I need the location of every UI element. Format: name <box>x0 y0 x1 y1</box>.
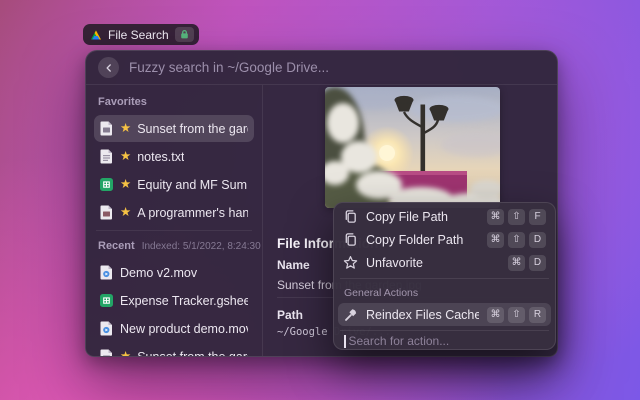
photo-preview <box>325 87 500 208</box>
menu-divider <box>340 278 549 279</box>
section-header: Favorites <box>94 87 254 114</box>
section-title: Favorites <box>98 96 147 108</box>
desktop: File Search Favorites ★ Sunset from the ga… <box>0 0 640 400</box>
action-item[interactable]: Copy File Path ⌘ ⇧ F <box>338 205 551 228</box>
action-label: Copy File Path <box>366 209 448 224</box>
action-label: Copy Folder Path <box>366 232 464 247</box>
action-item[interactable]: Unfavorite ⌘ D <box>338 251 551 274</box>
image-file-icon <box>100 349 114 356</box>
list-item[interactable]: ★ Sunset from the garden.jpg <box>94 343 254 356</box>
search-input[interactable] <box>129 60 545 75</box>
file-name: Equity and MF Sum.gsheet <box>137 177 248 192</box>
file-name: Sunset from the garden.jpg <box>137 350 248 357</box>
lock-badge-icon <box>174 27 194 42</box>
field-label-name: Name <box>277 258 310 272</box>
command-tag: File Search <box>83 24 199 45</box>
action-menu-items: Copy File Path ⌘ ⇧ F Copy Folder Path ⌘ ⇧ D Unfa… <box>338 205 551 326</box>
star-outline-icon <box>343 255 358 270</box>
sidebar-list: Favorites ★ Sunset from the garden.jpg ★ not… <box>86 85 263 356</box>
list-item[interactable]: ★ Equity and MF Sum.gsheet <box>94 171 254 198</box>
mov-file-icon <box>100 265 114 280</box>
list-item[interactable]: New product demo.mov <box>94 315 254 342</box>
image-file-icon <box>100 121 114 136</box>
keycap: ⌘ <box>487 208 504 225</box>
menu-divider <box>340 330 549 331</box>
star-icon: ★ <box>120 350 131 356</box>
search-bar <box>86 51 557 85</box>
doc-file-icon <box>100 205 114 220</box>
list-item[interactable]: ★ A programmer's handbook.p... <box>94 199 254 226</box>
field-label-path: Path <box>277 308 304 322</box>
keycap: ⌘ <box>508 254 525 271</box>
text-file-icon <box>100 149 114 164</box>
google-drive-icon <box>90 29 102 41</box>
file-name: A programmer's handbook.p... <box>137 205 248 220</box>
list-item[interactable]: ★ Sunset from the garden.jpg <box>94 115 254 142</box>
keycap: D <box>529 231 546 248</box>
gsheet-file-icon <box>100 178 114 191</box>
copy-icon <box>343 232 358 247</box>
menu-section-title: General Actions <box>344 287 419 299</box>
action-item[interactable]: Copy Folder Path ⌘ ⇧ D <box>338 228 551 251</box>
mov-file-icon <box>100 321 114 336</box>
gsheet-file-icon <box>100 294 114 307</box>
list-item[interactable]: Demo v2.mov <box>94 259 254 286</box>
copy-icon <box>343 209 358 224</box>
keycap: ⇧ <box>508 306 525 323</box>
action-search-row <box>338 334 551 348</box>
section-header: Recent Indexed: 5/1/2022, 8:24:30 PM <box>94 231 262 258</box>
command-tag-label: File Search <box>108 27 169 42</box>
keycap: ⇧ <box>508 231 525 248</box>
star-icon: ★ <box>120 177 132 192</box>
action-label: Reindex Files Cache <box>366 307 479 322</box>
shortcut-keys: ⌘ D <box>508 254 546 271</box>
back-button[interactable] <box>98 57 119 78</box>
star-icon: ★ <box>120 121 132 136</box>
section-title: Recent <box>98 240 135 252</box>
keycap: ⌘ <box>487 306 504 323</box>
file-name: Sunset from the garden.jpg <box>137 121 248 136</box>
list-item[interactable]: Expense Tracker.gsheet <box>94 287 254 314</box>
star-icon: ★ <box>120 205 132 220</box>
keycap: ⌘ <box>487 231 504 248</box>
list-item[interactable]: ★ notes.txt <box>94 143 254 170</box>
keycap: F <box>529 208 546 225</box>
star-icon: ★ <box>120 149 132 164</box>
file-name: New product demo.mov <box>120 321 248 336</box>
action-search-input[interactable] <box>348 334 545 348</box>
keycap: D <box>529 254 546 271</box>
shortcut-keys: ⌘ ⇧ F <box>487 208 546 225</box>
keycap: ⇧ <box>508 208 525 225</box>
action-menu: Copy File Path ⌘ ⇧ F Copy Folder Path ⌘ ⇧ D Unfa… <box>333 202 556 350</box>
shortcut-keys: ⌘ ⇧ R <box>487 306 546 323</box>
file-name: Demo v2.mov <box>120 265 198 280</box>
shortcut-keys: ⌘ ⇧ D <box>487 231 546 248</box>
text-caret <box>344 334 346 348</box>
keycap: R <box>529 306 546 323</box>
action-item[interactable]: Reindex Files Cache ⌘ ⇧ R <box>338 303 551 326</box>
section-meta: Indexed: 5/1/2022, 8:24:30 PM <box>141 241 262 252</box>
action-label: Unfavorite <box>366 255 423 270</box>
file-name: notes.txt <box>137 149 185 164</box>
hammer-icon <box>343 307 358 322</box>
file-name: Expense Tracker.gsheet <box>120 293 248 308</box>
